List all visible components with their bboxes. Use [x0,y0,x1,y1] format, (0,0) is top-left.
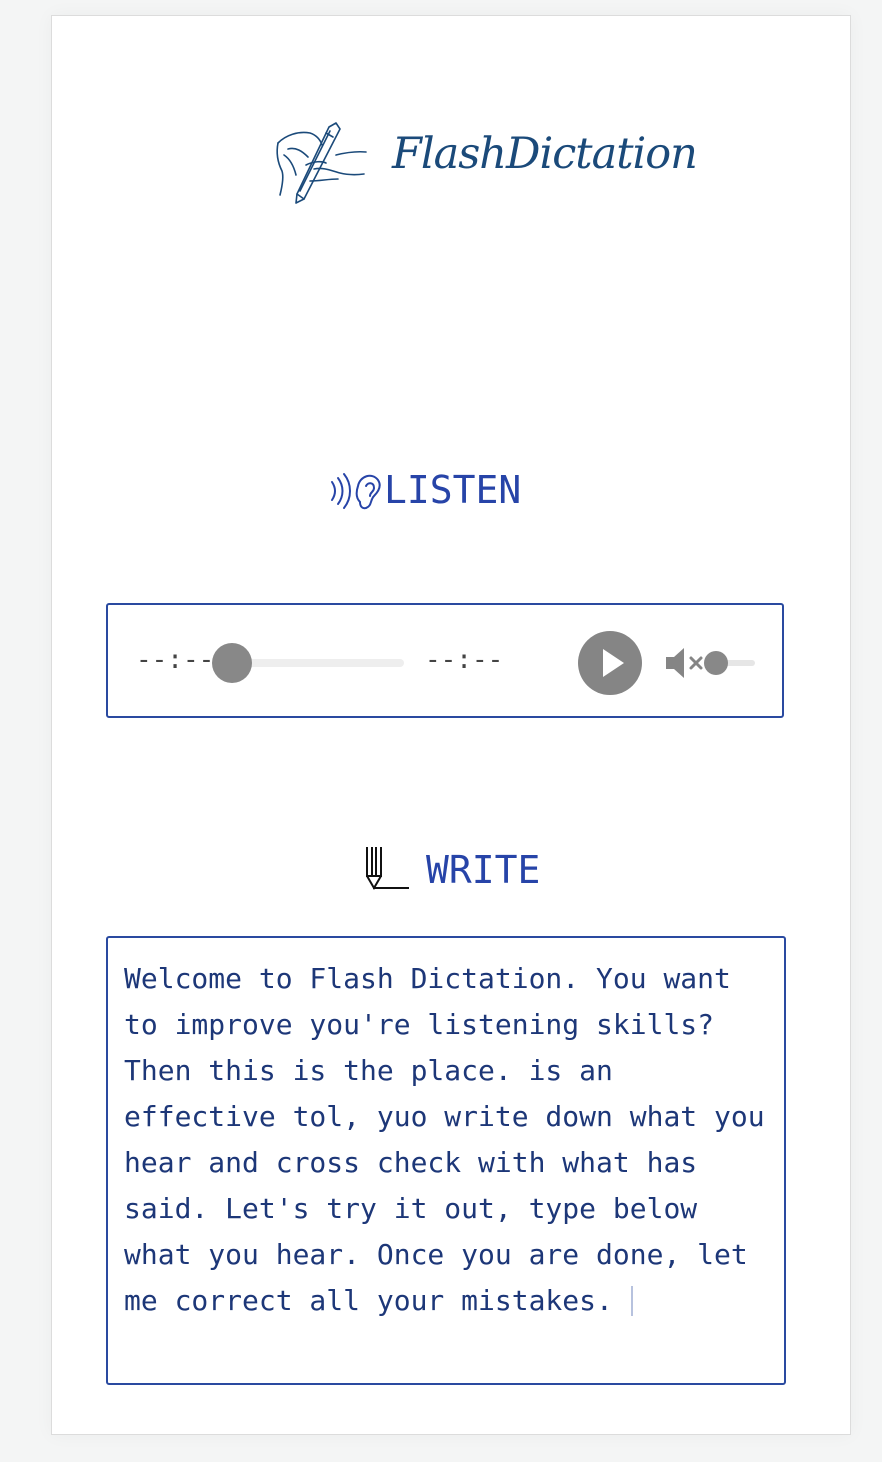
write-title: WRITE [426,848,541,892]
dictation-textarea[interactable]: Welcome to Flash Dictation. You want to … [106,936,786,1385]
write-heading: WRITE [364,846,540,894]
total-time: --:-- [425,645,504,675]
main-card: FlashDictation LISTEN --:-- --:-- WRITE … [51,15,851,1435]
play-button[interactable] [578,631,642,695]
progress-slider[interactable] [212,643,404,683]
volume-slider[interactable] [704,651,755,675]
current-time: --:-- [136,645,215,675]
ear-icon [331,473,381,510]
brand-name: FlashDictation [392,129,698,179]
audio-player[interactable]: --:-- --:-- [106,603,784,718]
text-caret [630,1286,633,1316]
volume-thumb[interactable] [704,651,728,675]
pen-writing-icon [366,847,409,890]
progress-thumb[interactable] [212,643,252,683]
listen-heading: LISTEN [328,468,521,512]
play-icon [603,649,624,677]
dictation-text[interactable]: Welcome to Flash Dictation. You want to … [124,962,781,1317]
brand-logo[interactable]: FlashDictation [274,121,698,211]
hand-writing-pencil-icon [276,122,367,204]
listen-title: LISTEN [384,468,522,512]
